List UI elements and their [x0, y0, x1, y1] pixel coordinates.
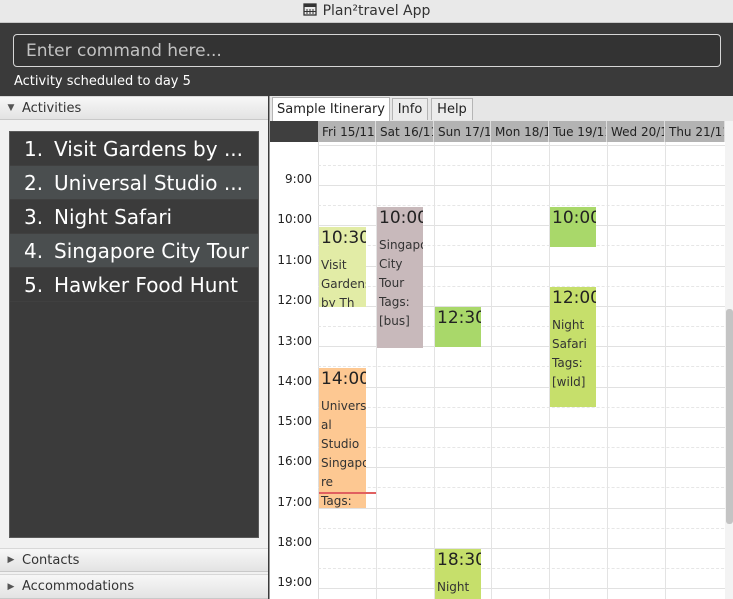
list-item-label: Visit Gardens by ... — [54, 136, 244, 161]
event-time: 12:00 — [552, 288, 596, 308]
activities-section-header[interactable]: ▼ Activities — [0, 96, 268, 120]
time-label: 19:00 — [277, 575, 312, 589]
calendar-view[interactable]: Fri 15/11/1 Sat 16/11/ Sun 17/11, Mon 18… — [270, 121, 733, 599]
title-bar: Plan²travel App — [0, 0, 733, 23]
right-panel: Sample Itinerary Info Help Fri 15/11/1 S… — [269, 96, 733, 599]
list-item-number: 2. — [24, 170, 44, 195]
time-label: 13:00 — [277, 334, 312, 348]
event-time: 12:30 — [437, 308, 481, 328]
scrollbar-thumb[interactable] — [726, 309, 733, 524]
list-item[interactable]: 3. Night Safari — [10, 200, 258, 234]
list-item[interactable]: 2. Universal Studio ... — [10, 166, 258, 200]
time-label: 11:00 — [277, 253, 312, 267]
time-label: 10:00 — [277, 212, 312, 226]
command-input[interactable] — [13, 34, 721, 67]
calendar-icon — [302, 2, 317, 20]
list-item-number: 5. — [24, 272, 44, 297]
list-item-label: Universal Studio ... — [54, 170, 243, 195]
accommodations-label: Accommodations — [22, 579, 135, 594]
contacts-label: Contacts — [22, 552, 80, 568]
tab-info[interactable]: Info — [392, 98, 428, 120]
event-time: 10:00 — [379, 208, 423, 228]
contacts-section-header[interactable]: ▶ Contacts — [0, 548, 268, 572]
time-label: 17:00 — [277, 495, 312, 509]
list-item[interactable]: 1. Visit Gardens by ... — [10, 132, 258, 166]
result-message: Activity scheduled to day 5 — [14, 74, 191, 89]
list-item-number: 3. — [24, 204, 44, 229]
expand-right-icon: ▶ — [7, 555, 15, 565]
calendar-event[interactable]: 10:00 Singapore City Tour Tags: [bus] — [377, 207, 423, 348]
event-text: Night — [437, 580, 470, 594]
calendar-event[interactable]: 14:00 Univers al Studio Singapo re Tags: — [319, 368, 366, 508]
time-label: 9:00 — [285, 172, 312, 186]
calendar-event[interactable]: 12:00 Night Safari Tags: [wild] — [550, 287, 596, 407]
day-header: Thu 21/11, — [665, 121, 725, 142]
time-label: 14:00 — [277, 374, 312, 388]
time-column — [270, 142, 319, 599]
day-header: Tue 19/11, — [549, 121, 607, 142]
expand-down-icon: ▼ — [7, 103, 15, 113]
time-label: 12:00 — [277, 293, 312, 307]
event-time: 10:00 — [552, 208, 596, 228]
list-item[interactable]: 4. Singapore City Tour — [10, 234, 258, 268]
day-header: Sat 16/11/ — [376, 121, 434, 142]
activity-list[interactable]: 1. Visit Gardens by ... 2. Universal Stu… — [9, 131, 259, 538]
list-item-number: 4. — [24, 238, 44, 263]
event-time: 18:30 — [437, 550, 481, 570]
day-header: Sun 17/11, — [434, 121, 491, 142]
event-text: Night Safari Tags: [wild] — [552, 318, 587, 389]
tab-help[interactable]: Help — [431, 98, 473, 120]
expand-right-icon: ▶ — [7, 581, 15, 592]
list-item[interactable]: 5. Hawker Food Hunt — [10, 268, 258, 302]
left-panel: ▼ Activities 1. Visit Gardens by ... 2. … — [0, 96, 268, 599]
calendar-event[interactable]: 12:30 — [435, 307, 481, 347]
app-title: Plan²travel App — [322, 3, 431, 19]
calendar-corner — [270, 121, 318, 142]
time-label: 15:00 — [277, 414, 312, 428]
calendar-event[interactable]: 10:00 — [550, 207, 596, 247]
day-header: Mon 18/11 — [491, 121, 549, 142]
event-time: 10:30 — [321, 228, 366, 248]
time-label: 18:00 — [277, 535, 312, 549]
accommodations-section-header[interactable]: ▶ Accommodations — [0, 574, 268, 599]
event-time: 14:00 — [321, 369, 366, 389]
list-item-label: Hawker Food Hunt — [54, 272, 238, 297]
time-label: 16:00 — [277, 454, 312, 468]
list-item-label: Night Safari — [54, 204, 173, 229]
event-text: Visit Gardens by Th — [321, 258, 366, 307]
calendar-event[interactable]: 10:30 Visit Gardens by Th — [319, 227, 366, 307]
calendar-event[interactable]: 18:30 Night — [435, 549, 481, 599]
tab-sample-itinerary[interactable]: Sample Itinerary — [272, 97, 390, 121]
current-time-line — [319, 492, 376, 494]
tab-bar: Sample Itinerary Info Help — [270, 96, 733, 122]
day-header: Fri 15/11/1 — [318, 121, 376, 142]
event-text: Singapore City Tour Tags: [bus] — [379, 238, 423, 328]
list-item-label: Singapore City Tour — [54, 238, 249, 263]
activities-label: Activities — [22, 100, 82, 116]
day-header: Wed 20/11 — [607, 121, 665, 142]
calendar-scrollbar[interactable] — [725, 121, 733, 599]
list-item-number: 1. — [24, 136, 44, 161]
